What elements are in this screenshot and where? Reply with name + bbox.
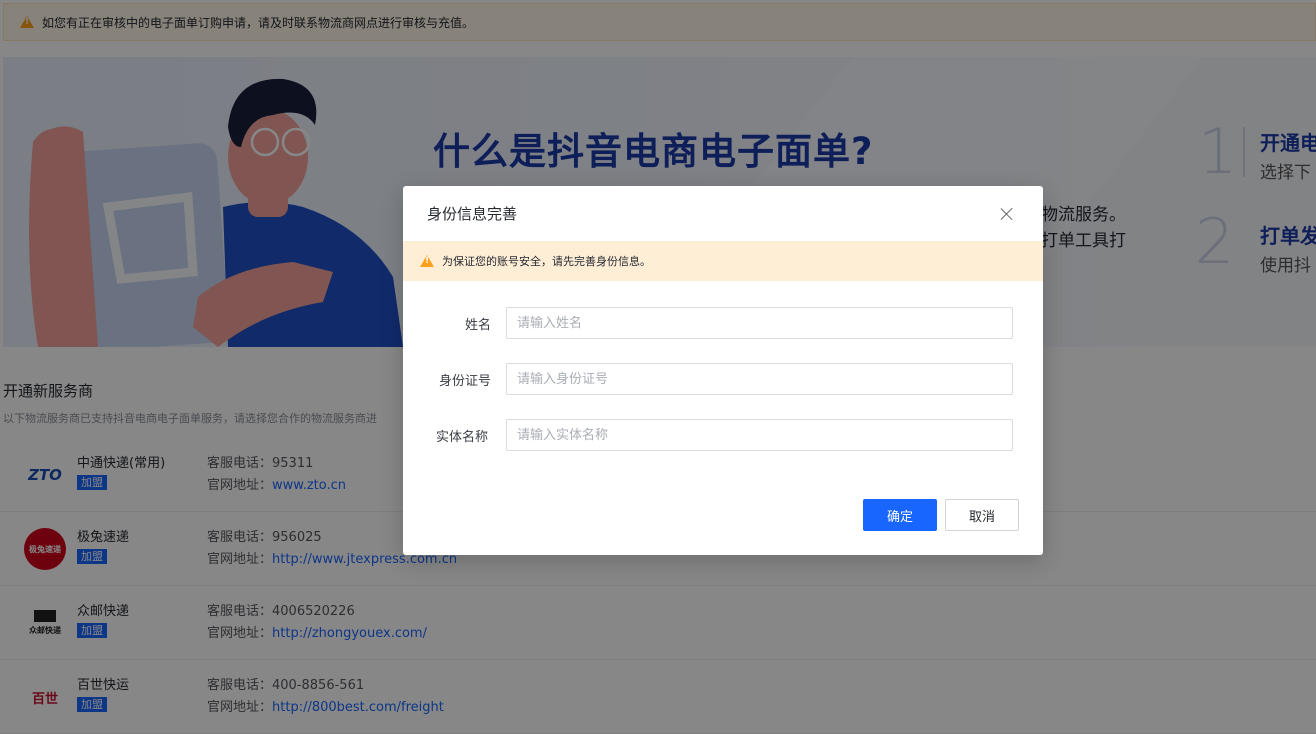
name-input[interactable]: [506, 307, 1013, 339]
cancel-button[interactable]: 取消: [945, 499, 1019, 531]
id-number-label: 身份证号: [438, 374, 491, 389]
dialog-notice-text: 为保证您的账号安全，请先完善身份信息。: [442, 255, 651, 268]
entity-name-input[interactable]: [506, 419, 1013, 451]
close-icon[interactable]: [998, 205, 1016, 223]
entity-name-label: 实体名称: [435, 430, 488, 445]
id-number-input[interactable]: [506, 363, 1013, 395]
dialog-notice: 为保证您的账号安全，请先完善身份信息。: [403, 241, 1043, 281]
dialog-title: 身份信息完善: [427, 205, 518, 223]
confirm-button[interactable]: 确定: [863, 499, 937, 531]
identity-info-dialog: 身份信息完善 为保证您的账号安全，请先完善身份信息。 姓名 身份证号 实体名称 …: [403, 186, 1043, 555]
name-label: 姓名: [464, 318, 491, 333]
warning-icon: [420, 255, 434, 267]
